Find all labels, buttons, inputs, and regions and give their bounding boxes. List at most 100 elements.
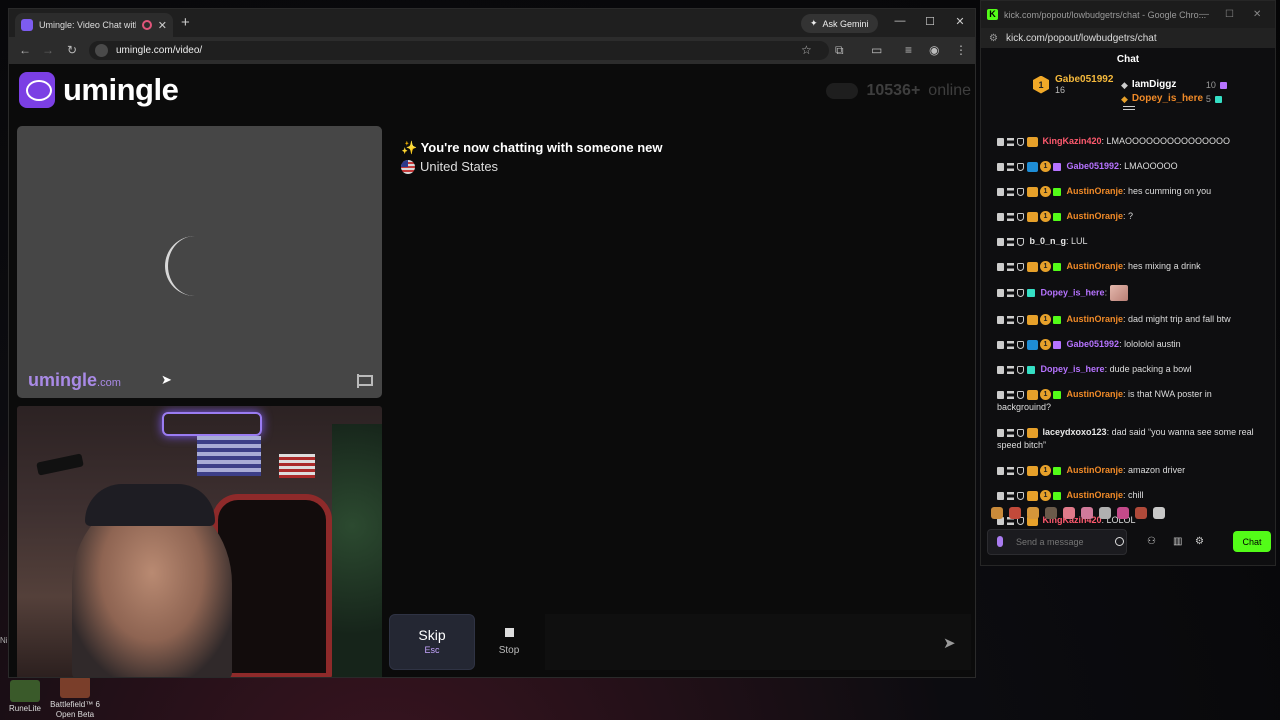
tab-umingle[interactable]: Umingle: Video Chat with S ✕: [15, 13, 173, 37]
ban-icon[interactable]: [1017, 315, 1024, 324]
site-info-icon[interactable]: [95, 44, 108, 57]
settings-icon[interactable]: ⚙: [1195, 537, 1207, 547]
chat-username[interactable]: Gabe051992: [1067, 161, 1120, 171]
minimize-button[interactable]: —: [893, 15, 907, 27]
ban-icon[interactable]: [1017, 137, 1024, 146]
chat-username[interactable]: AustinOranje: [1067, 261, 1124, 271]
maximize-button[interactable]: ☐: [1225, 9, 1234, 20]
delete-icon[interactable]: [997, 162, 1004, 171]
chat-username[interactable]: b_0_n_g: [1030, 236, 1067, 246]
ban-icon[interactable]: [1017, 390, 1024, 399]
delete-icon[interactable]: [997, 428, 1004, 437]
report-flag-icon[interactable]: [357, 374, 373, 388]
ban-icon[interactable]: [1017, 428, 1024, 437]
ban-icon[interactable]: [1017, 187, 1024, 196]
timeout-icon[interactable]: [1007, 428, 1014, 437]
send-chat-button[interactable]: Chat: [1233, 531, 1271, 552]
ban-icon[interactable]: [1017, 365, 1024, 374]
close-window-button[interactable]: ✕: [953, 15, 967, 28]
delete-icon[interactable]: [997, 491, 1004, 500]
timeout-icon[interactable]: [1007, 340, 1014, 349]
delete-icon[interactable]: [997, 466, 1004, 475]
menu-icon[interactable]: ⋮: [955, 43, 967, 57]
delete-icon[interactable]: [997, 137, 1004, 146]
top-gifter[interactable]: 1 Gabe051992 16: [1033, 74, 1113, 95]
chat-message-input[interactable]: [987, 529, 1127, 555]
people-icon[interactable]: ⚇: [1147, 537, 1159, 547]
minimize-button[interactable]: —: [1199, 9, 1209, 20]
delete-icon[interactable]: [997, 187, 1004, 196]
chat-username[interactable]: AustinOranje: [1067, 465, 1124, 475]
emote-button[interactable]: [1009, 507, 1021, 519]
stop-button[interactable]: Stop: [481, 614, 537, 670]
ban-icon[interactable]: [1017, 212, 1024, 221]
ban-icon[interactable]: [1017, 162, 1024, 171]
url-bar[interactable]: umingle.com/video/: [89, 41, 829, 60]
chat-username[interactable]: AustinOranje: [1067, 490, 1124, 500]
close-window-button[interactable]: ✕: [1253, 9, 1261, 20]
message-input[interactable]: [545, 614, 971, 670]
emote-button[interactable]: [1117, 507, 1129, 519]
timeout-icon[interactable]: [1007, 466, 1014, 475]
umingle-brand[interactable]: umingle: [19, 72, 179, 108]
chat-username[interactable]: Gabe051992: [1067, 339, 1120, 349]
ban-icon[interactable]: [1017, 340, 1024, 349]
timeout-icon[interactable]: [1007, 365, 1014, 374]
emote-button[interactable]: [1027, 507, 1039, 519]
delete-icon[interactable]: [997, 365, 1004, 374]
delete-icon[interactable]: [997, 390, 1004, 399]
emote-button[interactable]: [1135, 507, 1147, 519]
delete-icon[interactable]: [997, 237, 1004, 246]
timeout-icon[interactable]: [1007, 315, 1014, 324]
chat-username[interactable]: AustinOranje: [1067, 186, 1124, 196]
emote-button[interactable]: [991, 507, 1003, 519]
new-tab-button[interactable]: +: [181, 14, 190, 31]
chat-username[interactable]: Dopey_is_here: [1041, 287, 1105, 297]
popout-url-bar[interactable]: ⚙ kick.com/popout/lowbudgetrs/chat: [981, 28, 1275, 48]
chat-username[interactable]: AustinOranje: [1067, 314, 1124, 324]
profile-icon[interactable]: ◉: [929, 43, 939, 57]
timeout-icon[interactable]: [1007, 237, 1014, 246]
ban-icon[interactable]: [1017, 237, 1024, 246]
extensions-icon[interactable]: ⧉: [835, 43, 844, 58]
collapse-icon[interactable]: [1123, 106, 1135, 110]
chat-username[interactable]: Dopey_is_here: [1041, 364, 1105, 374]
delete-icon[interactable]: [997, 315, 1004, 324]
ban-icon[interactable]: [1017, 289, 1024, 297]
forward-icon[interactable]: →: [42, 43, 54, 57]
emote-button[interactable]: [1081, 507, 1093, 519]
timeout-icon[interactable]: [1007, 491, 1014, 500]
gifter-row[interactable]: ◆ Dopey_is_here 5: [1121, 92, 1227, 106]
cast-icon[interactable]: ▭: [871, 43, 882, 57]
chat-username[interactable]: AustinOranje: [1067, 211, 1124, 221]
desktop-icon-battlefield[interactable]: Battlefield™ 6 Open Beta: [40, 676, 110, 720]
emote-button[interactable]: [1099, 507, 1111, 519]
bookmark-star-icon[interactable]: ☆: [801, 43, 812, 57]
gifter-row[interactable]: ◆ IamDiggz 10: [1121, 78, 1227, 92]
emote-button[interactable]: [1045, 507, 1057, 519]
maximize-button[interactable]: ☐: [923, 15, 937, 28]
chat-username[interactable]: AustinOranje: [1067, 389, 1124, 399]
timeout-icon[interactable]: [1007, 137, 1014, 146]
delete-icon[interactable]: [997, 340, 1004, 349]
send-icon[interactable]: ➤: [943, 634, 956, 652]
timeout-icon[interactable]: [1007, 187, 1014, 196]
mic-icon[interactable]: [997, 536, 1003, 547]
chat-username[interactable]: KingKazin420: [1043, 136, 1102, 146]
delete-icon[interactable]: [997, 262, 1004, 271]
back-icon[interactable]: ←: [19, 43, 31, 57]
delete-icon[interactable]: [997, 212, 1004, 221]
media-icon[interactable]: ≡: [905, 43, 912, 57]
timeout-icon[interactable]: [1007, 262, 1014, 271]
timeout-icon[interactable]: [1007, 289, 1014, 297]
store-icon[interactable]: ▥: [1173, 537, 1185, 547]
emoji-icon[interactable]: [1115, 537, 1124, 546]
ban-icon[interactable]: [1017, 491, 1024, 500]
ask-gemini-button[interactable]: ✦ Ask Gemini: [801, 14, 878, 33]
emote-button[interactable]: [1153, 507, 1165, 519]
skip-button[interactable]: Skip Esc: [389, 614, 475, 670]
timeout-icon[interactable]: [1007, 162, 1014, 171]
close-tab-icon[interactable]: ✕: [158, 19, 167, 32]
timeout-icon[interactable]: [1007, 390, 1014, 399]
delete-icon[interactable]: [997, 289, 1004, 297]
